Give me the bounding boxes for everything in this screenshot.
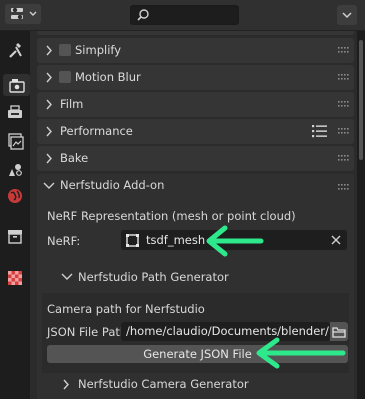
panel-bake[interactable]: Bake [37,146,354,171]
tab-view-layer[interactable] [4,130,26,152]
properties-editor-icon [11,7,37,20]
chevron-right-icon[interactable] [61,379,71,390]
chevron-right-icon [46,153,52,164]
file-browse-button[interactable] [330,322,348,341]
panel-simplify[interactable]: Simplify [37,38,354,63]
drag-handle-icon[interactable] [338,154,350,162]
search-icon [137,9,149,21]
drag-handle-icon[interactable] [338,73,350,81]
nerf-object-value: tsdf_mesh [146,233,206,247]
panel-label: Performance [60,124,133,138]
camera-path-label: Camera path for Nerfstudio [47,302,205,316]
world-icon [8,189,22,203]
json-path-value: /home/claudio/Documents/blender/ [126,324,329,338]
scene-icon [9,164,22,176]
panel-performance[interactable]: Performance [37,119,354,144]
tab-world[interactable] [4,185,26,207]
panel-film[interactable]: Film [37,92,354,117]
chevron-right-icon [46,45,52,56]
json-path-label: JSON File Path: [47,325,132,339]
tab-scene[interactable] [4,158,26,180]
tab-tool[interactable] [4,39,26,61]
generate-json-button[interactable]: Generate JSON File [47,345,348,363]
options-dropdown[interactable] [337,5,357,25]
collection-icon [8,230,22,244]
view-layer-icon [8,133,24,150]
properties-header [0,0,365,31]
properties-tabs [0,31,30,399]
drag-handle-icon[interactable] [338,183,350,191]
motion-blur-checkbox[interactable] [59,71,71,83]
render-icon [8,79,25,93]
panel-motion-blur[interactable]: Motion Blur [37,65,354,90]
texture-icon [8,271,22,285]
output-icon [8,105,22,118]
tab-render[interactable] [3,74,30,96]
tab-output[interactable] [4,101,26,123]
panel-label: Simplify [75,43,122,57]
json-path-input[interactable]: /home/claudio/Documents/blender/ [121,322,330,341]
panel-label: Motion Blur [75,70,141,84]
editor-type-dropdown[interactable] [5,4,41,24]
nerf-object-field[interactable]: tsdf_mesh [121,230,347,250]
panel-clipped [37,31,354,35]
panel-label: Film [60,97,84,111]
nerf-description: NeRF Representation (mesh or point cloud… [47,209,296,223]
presets-list-icon[interactable] [312,124,328,138]
panel-label: Bake [60,151,89,165]
clear-icon[interactable] [331,235,341,245]
tool-icon [9,43,22,58]
folder-icon [332,327,346,338]
scrollbar[interactable] [359,40,363,160]
drag-handle-icon[interactable] [338,100,350,108]
nerfstudio-addon-title[interactable]: Nerfstudio Add-on [60,178,164,192]
search-input[interactable] [130,5,239,25]
tab-texture[interactable] [4,267,26,289]
chevron-right-icon [46,126,52,137]
chevron-down-icon[interactable] [61,272,73,282]
drag-handle-icon[interactable] [338,46,350,54]
chevron-right-icon [46,72,52,83]
nerf-label: NeRF: [47,234,81,248]
drag-handle-icon[interactable] [338,127,350,135]
chevron-down-icon [342,12,352,19]
path-generator-title[interactable]: Nerfstudio Path Generator [78,270,229,284]
tab-collection[interactable] [4,225,26,247]
chevron-right-icon [46,99,52,110]
camera-generator-title[interactable]: Nerfstudio Camera Generator [78,377,249,391]
simplify-checkbox[interactable] [59,44,71,56]
mesh-object-icon [126,234,139,247]
chevron-down-icon[interactable] [43,181,55,191]
